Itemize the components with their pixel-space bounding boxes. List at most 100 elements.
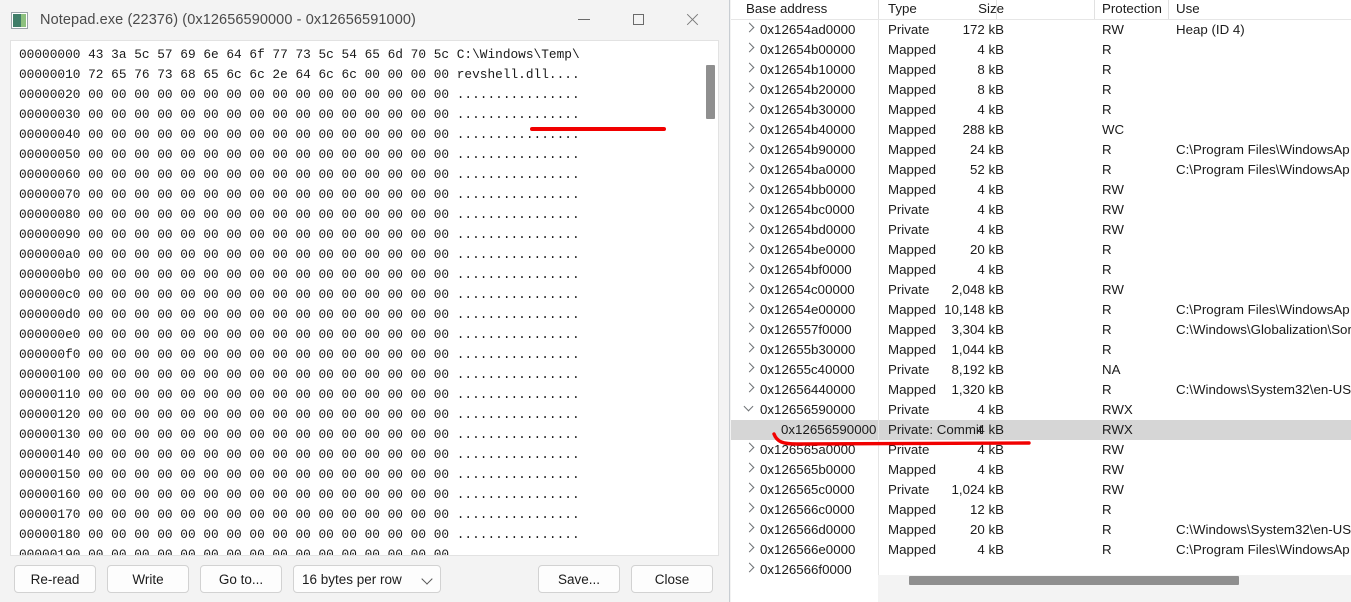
hex-bytes[interactable]: 00 00 00 00 00 00 00 00 00 00 00 00 00 0…: [88, 307, 449, 322]
hex-ascii[interactable]: ................: [457, 127, 580, 142]
hex-bytes[interactable]: 00 00 00 00 00 00 00 00 00 00 00 00 00 0…: [88, 487, 449, 502]
table-row[interactable]: 0x12654b30000 Mapped 4 kB R: [731, 100, 1351, 120]
table-row[interactable]: 0x12656590000 Private 4 kB RWX: [731, 400, 1351, 420]
table-row[interactable]: 0x12654ad0000 Private 172 kB RW Heap (ID 4): [731, 20, 1351, 40]
go-to-button[interactable]: Go to...: [200, 565, 282, 593]
memory-map-panel[interactable]: Base address Type Size Protection Use 0x…: [731, 0, 1351, 602]
hex-bytes[interactable]: 00 00 00 00 00 00 00 00 00 00 00 00 00 0…: [88, 247, 449, 262]
hex-vertical-scrollbar[interactable]: [705, 43, 716, 553]
hex-ascii[interactable]: ................: [457, 307, 580, 322]
hex-bytes[interactable]: 00 00 00 00 00 00 00 00 00 00 00 00 00 0…: [88, 327, 449, 342]
header-separator-4[interactable]: [1168, 0, 1169, 19]
table-row[interactable]: 0x12654c00000 Private 2,048 kB RW: [731, 280, 1351, 300]
hex-row[interactable]: 00000190 00 00 00 00 00 00 00 00 00 00 0…: [19, 545, 718, 555]
table-row[interactable]: 0x12654b00000 Mapped 4 kB R: [731, 40, 1351, 60]
hex-bytes[interactable]: 00 00 00 00 00 00 00 00 00 00 00 00 00 0…: [88, 447, 449, 462]
table-row[interactable]: 0x126557f0000 Mapped 3,304 kB R C:\Windows\G…: [731, 320, 1351, 340]
hex-bytes[interactable]: 00 00 00 00 00 00 00 00 00 00 00 00 00 0…: [88, 107, 449, 122]
write-button[interactable]: Write: [107, 565, 189, 593]
hex-bytes[interactable]: 00 00 00 00 00 00 00 00 00 00 00 00 00 0…: [88, 547, 449, 555]
hex-row[interactable]: 000000a0 00 00 00 00 00 00 00 00 00 00 0…: [19, 245, 718, 265]
hex-ascii[interactable]: ................: [457, 87, 580, 102]
table-row[interactable]: 0x12654ba0000 Mapped 52 kB R C:\Program File…: [731, 160, 1351, 180]
table-row[interactable]: 0x12654bd0000 Private 4 kB RW: [731, 220, 1351, 240]
table-row[interactable]: 0x12656590000 Private: Commit 4 kB RWX: [731, 420, 1351, 440]
table-row[interactable]: 0x12654bb0000 Mapped 4 kB RW: [731, 180, 1351, 200]
hex-row[interactable]: 00000000 43 3a 5c 57 69 6e 64 6f 77 73 5…: [19, 45, 718, 65]
chevron-right-icon[interactable]: [744, 262, 755, 273]
hex-row[interactable]: 00000110 00 00 00 00 00 00 00 00 00 00 0…: [19, 385, 718, 405]
table-row[interactable]: 0x126566c0000 Mapped 12 kB R: [731, 500, 1351, 520]
hex-bytes[interactable]: 00 00 00 00 00 00 00 00 00 00 00 00 00 0…: [88, 527, 449, 542]
hex-row[interactable]: 00000120 00 00 00 00 00 00 00 00 00 00 0…: [19, 405, 718, 425]
chevron-right-icon[interactable]: [744, 542, 755, 553]
chevron-right-icon[interactable]: [744, 122, 755, 133]
column-header-size[interactable]: Size: [916, 1, 1004, 16]
hex-bytes[interactable]: 00 00 00 00 00 00 00 00 00 00 00 00 00 0…: [88, 127, 449, 142]
hex-ascii[interactable]: revshell.dll....: [457, 67, 580, 82]
chevron-right-icon[interactable]: [744, 82, 755, 93]
hex-bytes[interactable]: 00 00 00 00 00 00 00 00 00 00 00 00 00 0…: [88, 367, 449, 382]
table-row[interactable]: 0x12655b30000 Mapped 1,044 kB R: [731, 340, 1351, 360]
table-row[interactable]: 0x12655c40000 Private 8,192 kB NA: [731, 360, 1351, 380]
hex-ascii[interactable]: ................: [457, 147, 580, 162]
chevron-right-icon[interactable]: [744, 342, 755, 353]
chevron-right-icon[interactable]: [744, 202, 755, 213]
hex-bytes[interactable]: 00 00 00 00 00 00 00 00 00 00 00 00 00 0…: [88, 407, 449, 422]
hex-ascii[interactable]: ................: [457, 387, 580, 402]
table-row[interactable]: 0x126565a0000 Private 4 kB RW: [731, 440, 1351, 460]
save-button[interactable]: Save...: [538, 565, 620, 593]
hex-row[interactable]: 000000c0 00 00 00 00 00 00 00 00 00 00 0…: [19, 285, 718, 305]
column-header-base-address[interactable]: Base address: [746, 1, 827, 16]
memory-map-horizontal-scrollbar[interactable]: [878, 575, 1351, 586]
chevron-right-icon[interactable]: [744, 322, 755, 333]
table-row[interactable]: 0x12654be0000 Mapped 20 kB R: [731, 240, 1351, 260]
table-row[interactable]: 0x12654b90000 Mapped 24 kB R C:\Program File…: [731, 140, 1351, 160]
hex-bytes[interactable]: 72 65 76 73 68 65 6c 6c 2e 64 6c 6c 00 0…: [88, 67, 449, 82]
hex-ascii[interactable]: ................: [457, 327, 580, 342]
hex-row[interactable]: 00000060 00 00 00 00 00 00 00 00 00 00 0…: [19, 165, 718, 185]
hex-ascii[interactable]: ................: [457, 247, 580, 262]
chevron-right-icon[interactable]: [744, 562, 755, 573]
hex-row[interactable]: 00000010 72 65 76 73 68 65 6c 6c 2e 64 6…: [19, 65, 718, 85]
hex-row[interactable]: 00000020 00 00 00 00 00 00 00 00 00 00 0…: [19, 85, 718, 105]
hex-row[interactable]: 00000040 00 00 00 00 00 00 00 00 00 00 0…: [19, 125, 718, 145]
hex-bytes[interactable]: 00 00 00 00 00 00 00 00 00 00 00 00 00 0…: [88, 427, 449, 442]
chevron-right-icon[interactable]: [744, 62, 755, 73]
hex-bytes[interactable]: 00 00 00 00 00 00 00 00 00 00 00 00 00 0…: [88, 267, 449, 282]
hex-editor-panel[interactable]: 00000000 43 3a 5c 57 69 6e 64 6f 77 73 5…: [10, 40, 719, 556]
column-header-type[interactable]: Type: [888, 1, 917, 16]
hex-ascii[interactable]: ................: [457, 227, 580, 242]
hex-row[interactable]: 00000030 00 00 00 00 00 00 00 00 00 00 0…: [19, 105, 718, 125]
chevron-right-icon[interactable]: [744, 442, 755, 453]
close-button[interactable]: [669, 0, 715, 38]
minimize-button[interactable]: [561, 0, 607, 38]
table-row[interactable]: 0x12654b20000 Mapped 8 kB R: [731, 80, 1351, 100]
hex-ascii[interactable]: ................: [457, 467, 580, 482]
header-separator-3[interactable]: [1094, 0, 1095, 19]
hex-ascii[interactable]: ................: [457, 167, 580, 182]
hex-ascii[interactable]: ................: [457, 527, 580, 542]
chevron-right-icon[interactable]: [744, 242, 755, 253]
table-row[interactable]: 0x12654bc0000 Private 4 kB RW: [731, 200, 1351, 220]
hex-ascii[interactable]: ................: [457, 447, 580, 462]
hex-row[interactable]: 00000130 00 00 00 00 00 00 00 00 00 00 0…: [19, 425, 718, 445]
chevron-right-icon[interactable]: [744, 282, 755, 293]
hex-row[interactable]: 00000150 00 00 00 00 00 00 00 00 00 00 0…: [19, 465, 718, 485]
chevron-right-icon[interactable]: [744, 142, 755, 153]
hex-ascii[interactable]: ................: [457, 347, 580, 362]
hex-bytes[interactable]: 00 00 00 00 00 00 00 00 00 00 00 00 00 0…: [88, 147, 449, 162]
chevron-right-icon[interactable]: [744, 102, 755, 113]
hex-row[interactable]: 00000160 00 00 00 00 00 00 00 00 00 00 0…: [19, 485, 718, 505]
chevron-right-icon[interactable]: [744, 502, 755, 513]
hex-ascii[interactable]: ................: [457, 207, 580, 222]
hex-row[interactable]: 000000b0 00 00 00 00 00 00 00 00 00 00 0…: [19, 265, 718, 285]
hex-ascii[interactable]: ................: [457, 287, 580, 302]
hex-ascii[interactable]: C:\Windows\Temp\: [457, 47, 580, 62]
hex-bytes[interactable]: 00 00 00 00 00 00 00 00 00 00 00 00 00 0…: [88, 507, 449, 522]
hex-ascii[interactable]: ................: [457, 107, 580, 122]
chevron-right-icon[interactable]: [744, 382, 755, 393]
hex-ascii[interactable]: ................: [457, 487, 580, 502]
hex-row[interactable]: 00000180 00 00 00 00 00 00 00 00 00 00 0…: [19, 525, 718, 545]
hex-ascii[interactable]: ................: [457, 407, 580, 422]
